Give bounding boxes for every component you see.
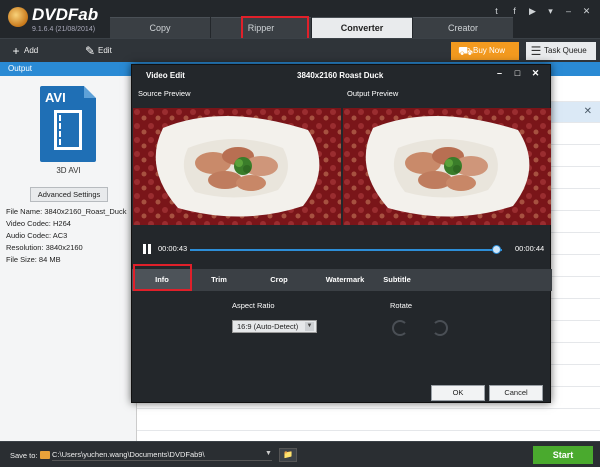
film-strip-icon [54,110,82,150]
main-tabs: Copy Ripper Converter Creator [110,17,514,38]
remove-title-icon[interactable]: ✕ [584,106,592,117]
app-logo: DVDFab 9.1.6.4 (21/08/2014) [8,5,108,35]
toolbar: + Add ✎ Edit ⛟ Buy Now ☰ Task Queue [0,38,600,62]
list-divider [137,408,600,409]
tab-creator[interactable]: Creator [413,17,513,38]
aspect-ratio-value: 16:9 (Auto-Detect) [237,322,299,331]
selected-title-row[interactable]: ✕ [549,102,600,122]
chevron-down-icon: ▼ [305,322,314,331]
aspect-ratio-select[interactable]: 16:9 (Auto-Detect) ▼ [232,320,317,333]
tab-ripper[interactable]: Ripper [211,17,311,38]
output-label: Output [8,64,33,73]
buy-now-button[interactable]: ⛟ Buy Now [451,42,519,60]
start-button[interactable]: Start [533,446,593,464]
tab-trim[interactable]: Trim [194,269,244,291]
save-path-field[interactable]: C:\Users\yuchen.wang\Documents\DVDFab9\ [52,449,272,461]
task-queue-icon: ☰ [530,44,542,58]
tab-converter[interactable]: Converter [312,17,412,38]
app-brand: DVDFab [32,5,99,24]
tab-watermark[interactable]: Watermark [310,269,380,291]
source-preview-label: Source Preview [138,89,191,98]
rotate-right-icon[interactable] [432,320,448,336]
window-controls: t f ▶ ▾ – ✕ [491,6,592,17]
rotate-left-icon[interactable] [392,320,408,336]
audio-codec: Audio Codec: AC3 [6,231,68,240]
rotate-label: Rotate [390,301,413,310]
seek-handle[interactable] [491,245,501,254]
profile-caption: 3D AVI [56,166,81,175]
close-icon[interactable]: ✕ [531,68,540,79]
ok-button[interactable]: OK [431,385,485,401]
task-queue-button[interactable]: ☰ Task Queue [526,42,596,60]
add-button[interactable]: + Add [6,42,66,60]
plus-icon: + [12,44,20,58]
maximize-icon[interactable]: □ [513,68,522,79]
save-to-label: Save to: [10,451,38,460]
edit-tabs: Info Trim Crop Watermark Subtitle [132,269,552,291]
dialog-video-title: 3840x2160 Roast Duck [297,71,384,80]
file-size: File Size: 84 MB [6,255,61,264]
twitter-icon[interactable]: t [491,6,502,17]
roast-duck-image [133,108,341,225]
seek-track[interactable] [190,249,502,251]
minimize-icon[interactable]: – [563,6,574,17]
menu-icon[interactable]: ▾ [545,6,556,17]
tab-subtitle[interactable]: Subtitle [372,269,422,291]
chevron-down-icon[interactable]: ▼ [265,450,272,457]
facebook-icon[interactable]: f [509,6,520,17]
cancel-button[interactable]: Cancel [489,385,543,401]
folder-icon [40,451,50,459]
task-label: Task Queue [544,46,587,55]
roast-duck-image [343,108,551,225]
pause-icon[interactable] [143,244,151,254]
dialog-title: Video Edit [146,71,185,80]
output-preview [343,108,551,225]
buy-label: Buy Now [473,46,506,55]
tab-crop[interactable]: Crop [254,269,304,291]
tab-copy[interactable]: Copy [110,17,210,38]
aspect-ratio-label: Aspect Ratio [232,301,275,310]
app-version: 9.1.6.4 (21/08/2014) [32,26,96,33]
list-divider [137,430,600,431]
source-preview [133,108,341,225]
browse-folder-button[interactable]: 📁 [279,448,297,462]
file-info-panel: AVI 3D AVI Advanced Settings File Name: … [0,76,137,441]
close-icon[interactable]: ✕ [581,6,592,17]
current-time: 00:00:43 [158,244,188,253]
avi-file-icon: AVI [40,86,96,162]
format-badge: AVI [45,90,66,105]
dialog-window-controls: – □ ✕ [495,68,540,79]
dvdfab-window: DVDFab 9.1.6.4 (21/08/2014) Copy Ripper … [0,0,600,467]
output-preview-label: Output Preview [347,89,399,98]
playback-bar: 00:00:43 00:00:44 [132,242,552,258]
add-label: Add [24,46,39,55]
minimize-icon[interactable]: – [495,68,504,79]
video-edit-dialog: Video Edit 3840x2160 Roast Duck – □ ✕ So… [131,64,552,403]
tab-info[interactable]: Info [132,269,192,291]
dvdfab-logo-icon [8,7,28,27]
video-codec: Video Codec: H264 [6,219,71,228]
edit-label: Edit [98,46,112,55]
cart-icon: ⛟ [458,44,474,58]
file-name: File Name: 3840x2160_Roast_Duck [6,207,127,216]
youtube-icon[interactable]: ▶ [527,6,538,17]
edit-icon: ✎ [84,44,96,58]
resolution: Resolution: 3840x2160 [6,243,83,252]
end-time: 00:00:44 [515,244,545,253]
advanced-settings-button[interactable]: Advanced Settings [30,187,108,202]
page-fold [84,86,96,98]
title-bar: DVDFab 9.1.6.4 (21/08/2014) Copy Ripper … [0,0,600,40]
footer-bar: Save to: C:\Users\yuchen.wang\Documents\… [0,441,600,467]
edit-button[interactable]: ✎ Edit [80,42,150,60]
file-info-list: File Name: 3840x2160_Roast_Duck Video Co… [6,206,136,266]
